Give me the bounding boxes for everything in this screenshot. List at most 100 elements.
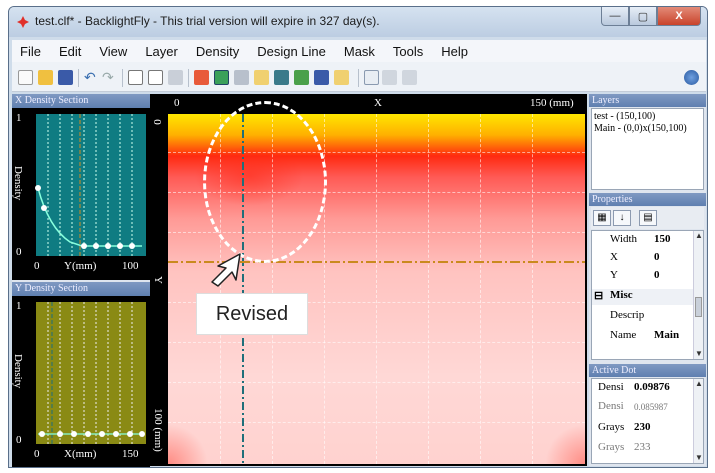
new-file-icon[interactable] xyxy=(18,70,33,85)
select-rect-icon[interactable] xyxy=(128,70,143,85)
help-globe-icon[interactable] xyxy=(684,70,699,85)
property-name: Descrip xyxy=(610,309,645,321)
layers-header: Layers xyxy=(589,94,706,107)
close-button[interactable]: X xyxy=(657,7,701,26)
y-plot-xtick-min: 0 xyxy=(34,448,40,460)
menu-edit[interactable]: Edit xyxy=(59,44,81,59)
open-folder-icon[interactable] xyxy=(38,70,53,85)
property-category: Misc xyxy=(610,289,633,301)
dot-icon[interactable] xyxy=(194,70,209,85)
property-pages-icon[interactable]: ▤ xyxy=(639,210,657,226)
minimize-button[interactable]: — xyxy=(601,7,629,26)
image-icon[interactable] xyxy=(274,70,289,85)
property-value[interactable]: Main xyxy=(654,329,679,341)
sort-alpha-icon[interactable]: ↓ xyxy=(613,210,631,226)
save-icon[interactable] xyxy=(58,70,73,85)
x-plot-ytick-max: 1 xyxy=(16,112,22,124)
menu-design-line[interactable]: Design Line xyxy=(257,44,326,59)
property-row[interactable]: Y 0 xyxy=(592,269,703,285)
property-name: Width xyxy=(610,233,638,245)
y-density-section-header: Y Density Section xyxy=(12,282,150,296)
property-name: X xyxy=(610,251,618,263)
property-category-row[interactable]: ⊟ Misc xyxy=(592,289,703,305)
property-value[interactable]: 0 xyxy=(654,251,660,263)
active-dot-value: 230 xyxy=(634,421,651,433)
active-dot-row[interactable]: Grays 233 xyxy=(592,441,703,459)
density-canvas[interactable]: 0 X 150 (mm) 0 Y 100 (mm) Revised xyxy=(150,94,587,466)
active-dot-name: Grays xyxy=(598,421,625,433)
layout-icon[interactable] xyxy=(382,70,397,85)
active-dot-row[interactable]: Grays 230 xyxy=(592,421,703,439)
scroll-down-icon[interactable]: ▼ xyxy=(694,349,703,359)
chart-icon[interactable] xyxy=(294,70,309,85)
density-map-icon[interactable] xyxy=(214,70,229,85)
collapse-icon[interactable]: ⊟ xyxy=(594,289,603,302)
properties-toolbar: ▦ ↓ ▤ xyxy=(591,207,704,229)
view-icon[interactable] xyxy=(364,70,379,85)
delete-icon[interactable] xyxy=(148,70,163,85)
layer-item[interactable]: test - (150,100) xyxy=(594,111,701,123)
folder-export-icon[interactable] xyxy=(334,70,349,85)
y-density-plot[interactable]: 1 0 Density 0 X(mm) 150 xyxy=(12,296,150,467)
x-plot-xtick-max: 100 xyxy=(122,260,139,272)
menu-file[interactable]: File xyxy=(20,44,41,59)
menu-mask[interactable]: Mask xyxy=(344,44,375,59)
property-row[interactable]: Name Main xyxy=(592,329,703,345)
title-bar[interactable]: test.clf* - BacklightFly - This trial ve… xyxy=(9,7,707,37)
menu-help[interactable]: Help xyxy=(441,44,468,59)
pattern-icon[interactable] xyxy=(234,70,249,85)
active-dot-grid: Densi 0.09876 Densi 0.085987 Grays 230 G… xyxy=(591,378,704,464)
properties-scrollbar[interactable]: ▲ ▼ xyxy=(693,231,703,359)
x-density-plot[interactable]: 1 0 Density 0 Y(mm) 100 xyxy=(12,108,150,280)
property-row[interactable]: X 0 xyxy=(592,251,703,267)
app-icon xyxy=(17,16,29,28)
grid-line xyxy=(376,114,377,464)
categorized-icon[interactable]: ▦ xyxy=(593,210,611,226)
menu-density[interactable]: Density xyxy=(196,44,239,59)
active-dot-row[interactable]: Densi 0.085987 xyxy=(592,400,703,418)
menu-view[interactable]: View xyxy=(99,44,127,59)
x-density-section-header: X Density Section xyxy=(12,94,150,108)
scroll-up-icon[interactable]: ▲ xyxy=(694,379,703,389)
property-name: Y xyxy=(610,269,618,281)
redo-icon[interactable]: ↷ xyxy=(102,70,117,85)
corner-shade xyxy=(545,424,585,464)
left-axis-label: Y xyxy=(151,276,164,284)
layer-item[interactable]: Main - (0,0)x(150,100) xyxy=(594,123,701,135)
property-row[interactable]: Descrip xyxy=(592,309,703,325)
y-plot-ytick-max: 1 xyxy=(16,300,22,312)
grid-icon[interactable] xyxy=(168,70,183,85)
y-plot-xtick-max: 150 xyxy=(122,448,139,460)
x-plot-ylabel: Density xyxy=(12,166,24,201)
property-row[interactable]: Width 150 xyxy=(592,233,703,249)
active-dot-name: Densi xyxy=(598,381,624,393)
property-name: Name xyxy=(610,329,637,341)
y-plot-ylabel: Density xyxy=(12,354,24,389)
property-value[interactable]: 150 xyxy=(654,233,671,245)
grid-line xyxy=(532,114,533,464)
side-panel: Layers test - (150,100) Main - (0,0)x(15… xyxy=(589,94,706,466)
properties-header: Properties xyxy=(589,193,706,206)
grid-line xyxy=(168,382,585,383)
maximize-button[interactable]: ▢ xyxy=(629,7,657,26)
settings-icon[interactable] xyxy=(402,70,417,85)
active-dot-scrollbar[interactable]: ▲ ▼ xyxy=(693,379,703,463)
property-value[interactable]: 0 xyxy=(654,269,660,281)
density-sections-panel: X Density Section 1 0 Density 0 Y(mm) 10… xyxy=(12,94,150,467)
scroll-down-icon[interactable]: ▼ xyxy=(694,453,703,463)
undo-icon[interactable]: ↶ xyxy=(84,70,99,85)
export-icon[interactable] xyxy=(254,70,269,85)
toolbar-separator xyxy=(358,69,359,87)
left-axis-end: 100 (mm) xyxy=(151,408,164,452)
corner-shade xyxy=(168,424,208,464)
y-plot-xlabel: X(mm) xyxy=(64,448,97,460)
grid-line xyxy=(428,114,429,464)
scroll-up-icon[interactable]: ▲ xyxy=(694,231,703,241)
active-dot-row[interactable]: Densi 0.09876 xyxy=(592,381,703,399)
active-dot-name: Grays xyxy=(598,441,625,453)
scroll-thumb[interactable] xyxy=(695,297,702,317)
menu-layer[interactable]: Layer xyxy=(145,44,178,59)
dxf-icon[interactable] xyxy=(314,70,329,85)
revised-callout: Revised xyxy=(196,293,308,335)
menu-tools[interactable]: Tools xyxy=(393,44,423,59)
